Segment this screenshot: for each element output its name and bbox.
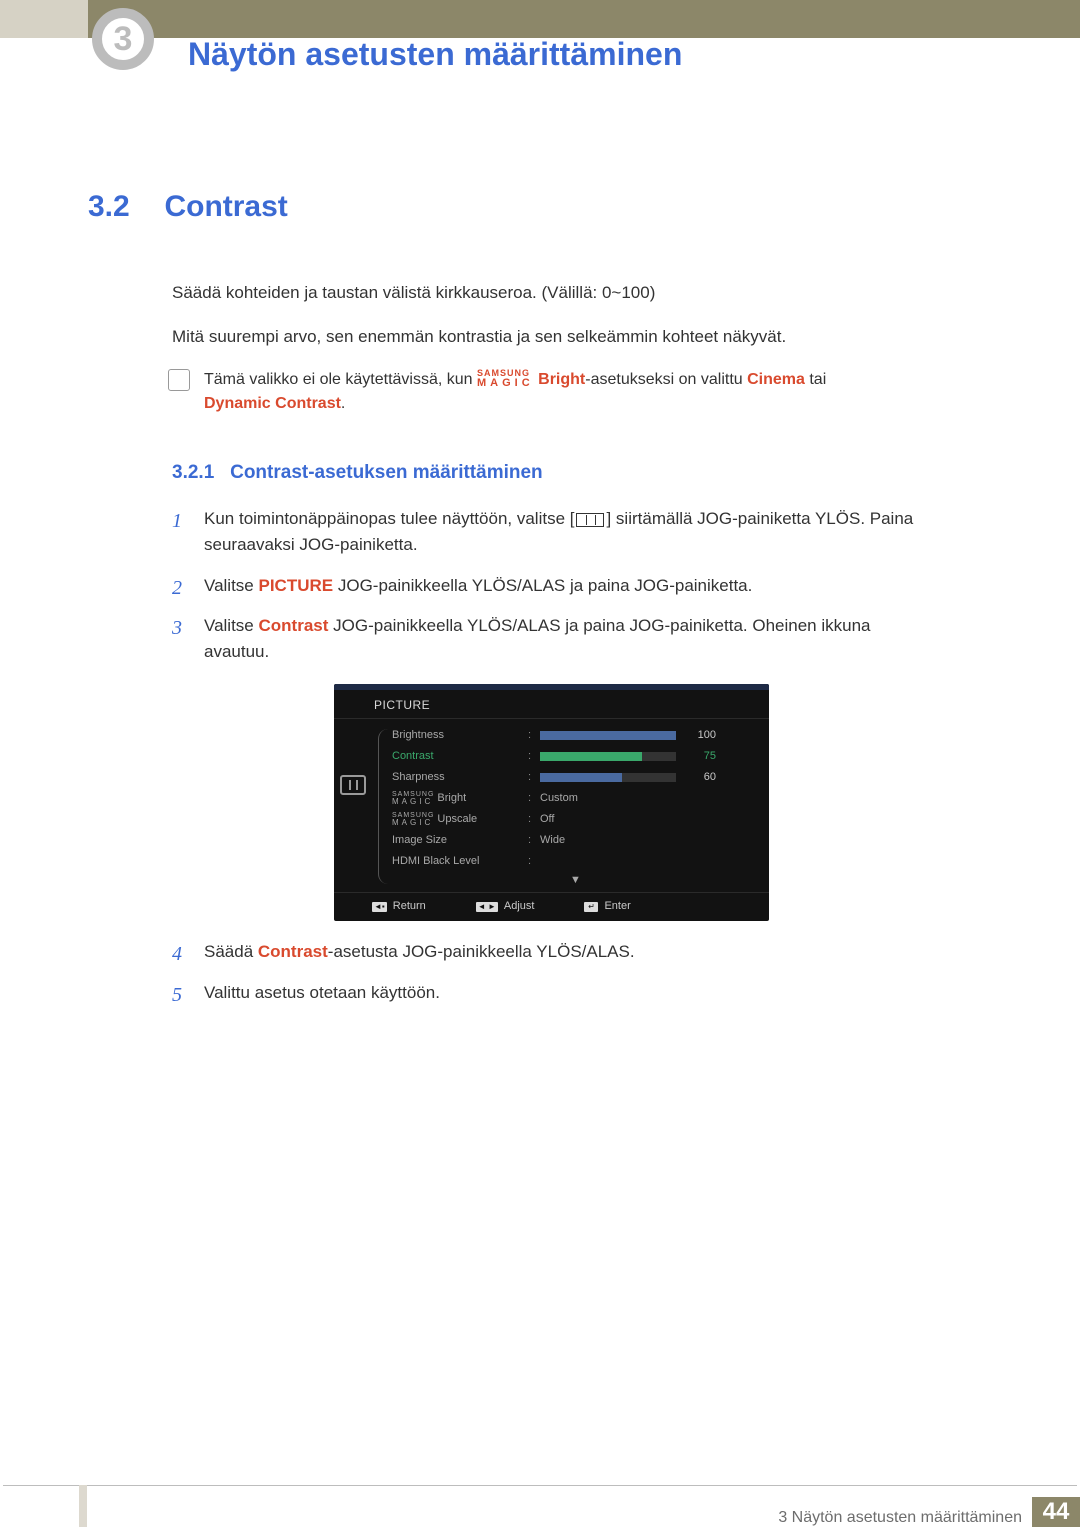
note-dyn: Dynamic Contrast bbox=[204, 395, 341, 412]
footer-divider bbox=[3, 1485, 1077, 1486]
s4a: Säädä bbox=[204, 942, 258, 961]
subsection-title: Contrast-asetuksen määrittäminen bbox=[230, 462, 543, 483]
osd-brightness-val: 100 bbox=[682, 727, 716, 744]
menu-icon bbox=[576, 513, 604, 527]
footer-left-accent bbox=[79, 1485, 87, 1527]
osd-row-magic-bright: SAMSUNG MAGIC Bright : Custom bbox=[392, 788, 759, 809]
osd-row-sharpness: Sharpness : 60 bbox=[392, 767, 759, 788]
note-box: Tämä valikko ei ole käytettävissä, kun S… bbox=[172, 367, 918, 416]
osd-magic-bright-val: Custom bbox=[540, 790, 578, 807]
s2b: JOG-painikkeella YLÖS/ALAS ja paina JOG-… bbox=[333, 576, 752, 595]
osd-sharpness-val: 60 bbox=[682, 769, 716, 786]
osd-magic-logo-2: SAMSUNG MAGIC bbox=[392, 813, 434, 826]
note-text-pre: Tämä valikko ei ole käytettävissä, kun bbox=[204, 371, 477, 388]
s2a: Valitse bbox=[204, 576, 259, 595]
enter-key-icon: ↵ bbox=[584, 902, 598, 912]
osd-brightness-label: Brightness bbox=[392, 727, 522, 744]
osd-return: ◄▪Return bbox=[372, 898, 426, 915]
picture-icon bbox=[340, 775, 366, 795]
subsection-heading: 3.2.1 Contrast-asetuksen määrittäminen bbox=[172, 462, 918, 484]
s1a: Kun toimintonäppäinopas tulee näyttöön, … bbox=[204, 509, 574, 528]
osd-sharpness-bar bbox=[540, 773, 676, 782]
step-3: 3 Valitse Contrast JOG-painikkeella YLÖS… bbox=[172, 613, 918, 921]
chapter-circle: 3 bbox=[92, 8, 154, 70]
note-end: . bbox=[341, 395, 345, 412]
osd-magic-upscale-val: Off bbox=[540, 811, 554, 828]
s5: Valittu asetus otetaan käyttöön. bbox=[204, 983, 440, 1002]
subsection: 3.2.1 Contrast-asetuksen määrittäminen 1… bbox=[172, 462, 918, 1006]
note-bright: Bright bbox=[538, 371, 585, 388]
osd-row-contrast: Contrast : 75 bbox=[392, 746, 759, 767]
osd-contrast-label: Contrast bbox=[392, 748, 522, 765]
osd-down-arrow-icon: ▼ bbox=[392, 872, 759, 888]
osd-icon-column bbox=[340, 725, 378, 888]
page-title: Näytön asetusten määrittäminen bbox=[188, 36, 682, 73]
s3con: Contrast bbox=[259, 616, 329, 635]
osd-image-size-val: Wide bbox=[540, 832, 565, 849]
intro-p1: Säädä kohteiden ja taustan välistä kirkk… bbox=[172, 280, 918, 306]
osd-contrast-val: 75 bbox=[682, 748, 716, 765]
osd-brightness-bar bbox=[540, 731, 676, 740]
step-num-2: 2 bbox=[172, 573, 182, 604]
page-footer: 3 Näytön asetusten määrittäminen 44 bbox=[0, 1485, 1080, 1527]
osd-row-brightness: Brightness : 100 bbox=[392, 725, 759, 746]
osd-hdmi-black-label: HDMI Black Level bbox=[392, 853, 522, 870]
s2pic: PICTURE bbox=[259, 576, 334, 595]
osd-magic-upscale-label: SAMSUNG MAGIC Upscale bbox=[392, 811, 522, 828]
osd-magic-logo: SAMSUNG MAGIC bbox=[392, 792, 434, 805]
s4con: Contrast bbox=[258, 942, 328, 961]
intro-block: Säädä kohteiden ja taustan välistä kirkk… bbox=[172, 280, 918, 349]
note-cinema: Cinema bbox=[747, 371, 805, 388]
step-5: 5 Valittu asetus otetaan käyttöön. bbox=[172, 980, 918, 1006]
adjust-key-icon: ◄ ► bbox=[476, 902, 498, 912]
section-heading: 3.2 Contrast bbox=[88, 190, 918, 224]
step-4: 4 Säädä Contrast-asetusta JOG-painikkeel… bbox=[172, 939, 918, 965]
magic-bot: MAGIC bbox=[477, 378, 534, 389]
osd-sharpness-label: Sharpness bbox=[392, 769, 522, 786]
step-num-1: 1 bbox=[172, 506, 182, 537]
section-number: 3.2 bbox=[88, 190, 160, 224]
s3a: Valitse bbox=[204, 616, 259, 635]
step-num-5: 5 bbox=[172, 980, 182, 1011]
subsection-number: 3.2.1 bbox=[172, 462, 214, 483]
osd-row-magic-upscale: SAMSUNG MAGIC Upscale : Off bbox=[392, 809, 759, 830]
note-icon bbox=[168, 369, 190, 391]
intro-p2: Mitä suurempi arvo, sen enemmän kontrast… bbox=[172, 324, 918, 350]
osd-screenshot: PICTURE Brightness : 100 bbox=[334, 684, 769, 922]
step-2: 2 Valitse PICTURE JOG-painikkeella YLÖS/… bbox=[172, 573, 918, 599]
note-or: tai bbox=[805, 371, 826, 388]
osd-row-image-size: Image Size : Wide bbox=[392, 830, 759, 851]
steps-list: 1 Kun toimintonäppäinopas tulee näyttöön… bbox=[172, 506, 918, 1006]
osd-contrast-bar bbox=[540, 752, 676, 761]
osd-image-size-label: Image Size bbox=[392, 832, 522, 849]
s4b: -asetusta JOG-painikkeella YLÖS/ALAS. bbox=[328, 942, 635, 961]
samsung-magic-logo: SAMSUNG MAGIC bbox=[477, 369, 534, 389]
chapter-number: 3 bbox=[114, 20, 133, 59]
top-bar bbox=[0, 0, 1080, 38]
osd-row-hdmi-black: HDMI Black Level : bbox=[392, 851, 759, 872]
osd-footer: ◄▪Return ◄ ►Adjust ↵Enter bbox=[334, 892, 769, 921]
footer-text: 3 Näytön asetusten määrittäminen bbox=[778, 1497, 1032, 1527]
top-left-accent bbox=[0, 0, 88, 38]
osd-adjust: ◄ ►Adjust bbox=[476, 898, 535, 915]
osd-list: Brightness : 100 Contrast : 75 bbox=[392, 725, 759, 888]
section-title: Contrast bbox=[164, 190, 287, 223]
footer-block: 3 Näytön asetusten määrittäminen 44 bbox=[778, 1497, 1080, 1527]
note-mid: -asetukseksi on valittu bbox=[585, 371, 747, 388]
osd-enter: ↵Enter bbox=[584, 898, 630, 915]
return-key-icon: ◄▪ bbox=[372, 902, 387, 912]
osd-body: Brightness : 100 Contrast : 75 bbox=[334, 719, 769, 892]
osd-bracket bbox=[378, 729, 388, 884]
content-area: 3.2 Contrast Säädä kohteiden ja taustan … bbox=[88, 190, 918, 1020]
osd-title: PICTURE bbox=[334, 690, 769, 720]
page-number: 44 bbox=[1032, 1497, 1080, 1527]
step-num-4: 4 bbox=[172, 939, 182, 970]
step-num-3: 3 bbox=[172, 613, 182, 644]
step-1: 1 Kun toimintonäppäinopas tulee näyttöön… bbox=[172, 506, 918, 559]
osd-magic-bright-label: SAMSUNG MAGIC Bright bbox=[392, 790, 522, 807]
